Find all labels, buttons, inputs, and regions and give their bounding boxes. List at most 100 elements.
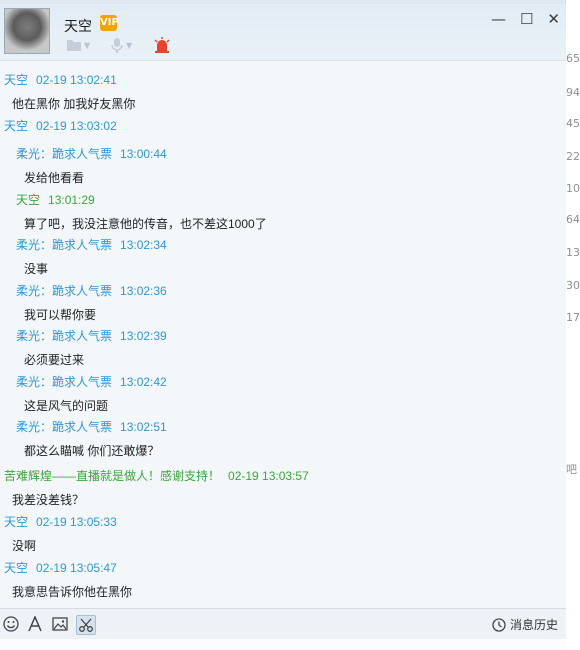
message-time: 13:02:39 xyxy=(120,329,167,343)
emoji-button[interactable] xyxy=(2,615,20,633)
message-time: 13:02:34 xyxy=(120,238,167,252)
alert-button[interactable] xyxy=(153,37,171,53)
microphone-icon xyxy=(111,38,123,53)
message-history-label: 消息历史 xyxy=(509,618,558,632)
minimize-icon[interactable]: — xyxy=(491,10,506,28)
chat-message: 柔光：跪求人气票 13:02:34 没事 xyxy=(16,236,167,277)
message-header: 天空 13:01:29 xyxy=(16,191,267,208)
background-snippet: 17 xyxy=(566,311,580,324)
alarm-light-icon xyxy=(154,37,170,53)
window-controls: — ☐ ✕ xyxy=(491,10,560,28)
contact-name: 天空 xyxy=(64,18,92,34)
chat-header: 天空 VIP ▼ ▼ — ☐ ✕ xyxy=(0,4,566,60)
scissors-icon xyxy=(79,618,93,632)
message-sender[interactable]: 苦难辉煌——直播就是做人！感谢支持！ xyxy=(4,469,220,483)
message-time: 02-19 13:05:33 xyxy=(36,515,117,529)
close-icon[interactable]: ✕ xyxy=(547,10,560,28)
message-sender[interactable]: 天空 xyxy=(4,561,28,575)
background-snippet: 13 xyxy=(566,246,580,259)
image-icon xyxy=(52,617,68,631)
chat-message: 天空 02-19 13:05:33 没啊 xyxy=(4,513,117,554)
font-button[interactable] xyxy=(26,615,44,633)
message-text: 算了吧，我没注意他的传音，也不差这1000了 xyxy=(24,217,267,231)
message-header: 柔光：跪求人气票 13:02:39 xyxy=(16,327,167,344)
message-time: 13:00:44 xyxy=(120,147,167,161)
image-button[interactable] xyxy=(51,615,69,633)
message-text: 没啊 xyxy=(12,539,37,553)
message-header: 天空 02-19 13:02:41 xyxy=(4,71,135,88)
chat-message: 柔光：跪求人气票 13:02:36 我可以帮你要 xyxy=(16,282,167,323)
chat-message: 苦难辉煌——直播就是做人！感谢支持！ 02-19 13:03:57 我差没差钱？ xyxy=(4,467,309,508)
message-header: 苦难辉煌——直播就是做人！感谢支持！ 02-19 13:03:57 xyxy=(4,467,309,484)
message-time: 02-19 13:03:02 xyxy=(36,119,117,133)
avatar[interactable] xyxy=(4,8,50,54)
chat-message: 柔光：跪求人气票 13:00:44 发给他看看 xyxy=(16,145,167,186)
message-time: 02-19 13:02:41 xyxy=(36,73,117,87)
background-snippet: 22 xyxy=(566,150,580,163)
clock-icon xyxy=(492,617,506,632)
message-time: 13:02:51 xyxy=(120,420,167,434)
message-time: 13:02:42 xyxy=(120,375,167,389)
message-time: 13:02:36 xyxy=(120,284,167,298)
message-sender[interactable]: 天空 xyxy=(16,193,40,207)
maximize-icon[interactable]: ☐ xyxy=(520,10,533,28)
background-snippet: 吧 xyxy=(566,463,577,476)
chat-message: 柔光：跪求人气票 13:02:39 必须要过来 xyxy=(16,327,167,368)
message-header: 柔光：跪求人气票 13:02:42 xyxy=(16,373,167,390)
message-header: 天空 02-19 13:03:02 xyxy=(4,117,117,134)
folder-button[interactable]: ▼ xyxy=(66,37,90,53)
message-time: 02-19 13:05:47 xyxy=(36,561,117,575)
message-header: 柔光：跪求人气票 13:02:36 xyxy=(16,282,167,299)
message-sender[interactable]: 柔光：跪求人气票 xyxy=(16,147,112,161)
message-sender[interactable]: 柔光：跪求人气票 xyxy=(16,329,112,343)
message-sender[interactable]: 天空 xyxy=(4,515,28,529)
message-history-button[interactable]: 消息历史 xyxy=(492,616,558,633)
chat-message: 天空 13:01:29 算了吧，我没注意他的传音，也不差这1000了 xyxy=(16,191,267,232)
chat-message: 柔光：跪求人气票 13:02:51 都这么瞄喊 你们还敢爆？ xyxy=(16,418,167,459)
background-snippet: 65 xyxy=(566,52,580,65)
background-snippet: 30 xyxy=(566,279,580,292)
message-list: 天空 02-19 13:02:41 他在黑你 加我好友黑你 天空 02-19 13:03… xyxy=(0,60,566,609)
message-text: 我可以帮你要 xyxy=(24,308,97,322)
background-snippet: 94 xyxy=(566,86,580,99)
message-input[interactable] xyxy=(0,639,566,650)
voice-button[interactable]: ▼ xyxy=(110,37,132,53)
message-header: 天空 02-19 13:05:33 xyxy=(4,513,117,530)
message-text: 发给他看看 xyxy=(24,171,85,185)
message-text: 必须要过来 xyxy=(24,353,85,367)
background-snippet: 45 xyxy=(566,117,580,130)
message-header: 天空 02-19 13:05:47 xyxy=(4,559,132,576)
message-sender[interactable]: 天空 xyxy=(4,73,28,87)
message-sender[interactable]: 柔光：跪求人气票 xyxy=(16,375,112,389)
message-time: 02-19 13:03:57 xyxy=(228,469,309,483)
input-toolbar: 消息历史 xyxy=(0,608,566,639)
chat-message: 天空 02-19 13:02:41 他在黑你 加我好友黑你 xyxy=(4,71,135,112)
background-snippet: 10 xyxy=(566,182,580,195)
message-text: 都这么瞄喊 你们还敢爆？ xyxy=(24,444,160,458)
vip-badge: VIP xyxy=(100,15,119,31)
chat-message: 柔光：跪求人气票 13:02:42 这是风气的问题 xyxy=(16,373,167,414)
message-sender[interactable]: 柔光：跪求人气票 xyxy=(16,284,112,298)
background-snippet: 64 xyxy=(566,213,580,226)
chevron-down-icon: ▼ xyxy=(126,40,133,50)
message-text: 没事 xyxy=(24,262,49,276)
chevron-down-icon: ▼ xyxy=(84,40,91,50)
folder-icon xyxy=(67,40,81,51)
chat-window: 天空 VIP ▼ ▼ — ☐ ✕ 天空 02-19 13:02:41 他在黑你 加我… xyxy=(0,4,566,650)
smiley-icon xyxy=(3,616,19,632)
background-window-edge: 65 94 45 22 10 64 13 30 17 吧 xyxy=(565,0,580,650)
message-sender[interactable]: 天空 xyxy=(4,119,28,133)
chat-message: 天空 02-19 13:05:47 我意思告诉你他在黑你 xyxy=(4,559,132,600)
message-text: 这是风气的问题 xyxy=(24,399,109,413)
message-header: 柔光：跪求人气票 13:00:44 xyxy=(16,145,167,162)
message-text: 我差没差钱？ xyxy=(12,493,85,507)
message-time: 13:01:29 xyxy=(48,193,95,207)
screenshot-button[interactable] xyxy=(76,615,96,635)
message-text: 我意思告诉你他在黑你 xyxy=(12,585,133,599)
message-text: 他在黑你 加我好友黑你 xyxy=(12,97,136,111)
message-header: 柔光：跪求人气票 13:02:34 xyxy=(16,236,167,253)
message-sender[interactable]: 柔光：跪求人气票 xyxy=(16,238,112,252)
message-sender[interactable]: 柔光：跪求人气票 xyxy=(16,420,112,434)
chat-message: 天空 02-19 13:03:02 xyxy=(4,117,117,134)
font-icon xyxy=(28,616,42,632)
